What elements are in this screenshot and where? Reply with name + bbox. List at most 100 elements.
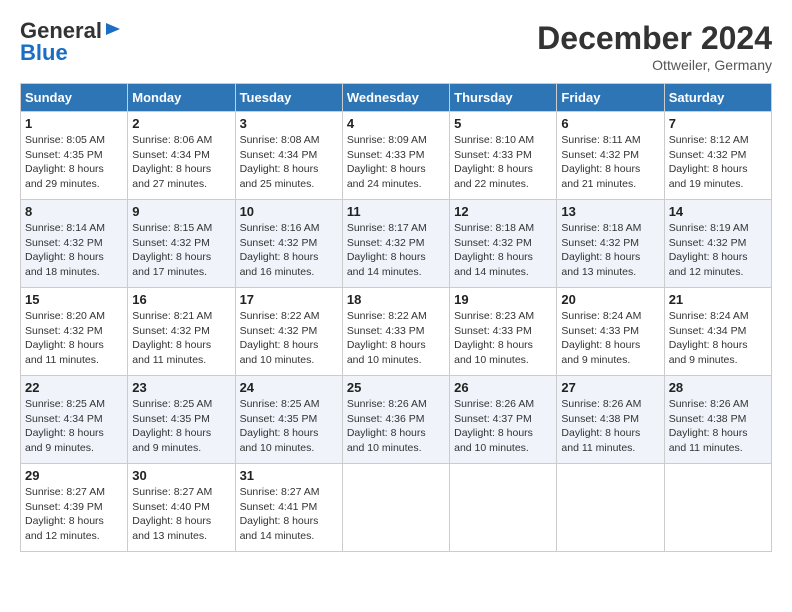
day-number: 3 [240,116,338,131]
calendar-cell: 1 Sunrise: 8:05 AMSunset: 4:35 PMDaylight… [21,112,128,200]
calendar-cell: 20 Sunrise: 8:24 AMSunset: 4:33 PMDayligh… [557,288,664,376]
day-info: Sunrise: 8:27 AMSunset: 4:40 PMDaylight:… [132,485,230,544]
day-number: 27 [561,380,659,395]
weekday-header-sunday: Sunday [21,84,128,112]
calendar-cell: 2Sunrise: 8:06 AMSunset: 4:34 PMDaylight… [128,112,235,200]
day-info: Sunrise: 8:18 AMSunset: 4:32 PMDaylight:… [454,221,552,280]
day-info: Sunrise: 8:26 AMSunset: 4:37 PMDaylight:… [454,397,552,456]
day-number: 21 [669,292,767,307]
calendar-cell [664,464,771,552]
day-info: Sunrise: 8:26 AMSunset: 4:38 PMDaylight:… [669,397,767,456]
calendar-cell: 31 Sunrise: 8:27 AMSunset: 4:41 PMDayligh… [235,464,342,552]
calendar-cell: 13Sunrise: 8:18 AMSunset: 4:32 PMDayligh… [557,200,664,288]
calendar-table: SundayMondayTuesdayWednesdayThursdayFrid… [20,83,772,552]
day-info: Sunrise: 8:05 AMSunset: 4:35 PMDaylight:… [25,133,123,192]
day-info: Sunrise: 8:25 AMSunset: 4:35 PMDaylight:… [240,397,338,456]
weekday-header-tuesday: Tuesday [235,84,342,112]
calendar-cell: 30 Sunrise: 8:27 AMSunset: 4:40 PMDayligh… [128,464,235,552]
calendar-cell: 25 Sunrise: 8:26 AMSunset: 4:36 PMDayligh… [342,376,449,464]
day-info: Sunrise: 8:08 AMSunset: 4:34 PMDaylight:… [240,133,338,192]
day-info: Sunrise: 8:27 AMSunset: 4:39 PMDaylight:… [25,485,123,544]
day-number: 25 [347,380,445,395]
calendar-cell: 16 Sunrise: 8:21 AMSunset: 4:32 PMDayligh… [128,288,235,376]
weekday-header-wednesday: Wednesday [342,84,449,112]
calendar-cell: 9Sunrise: 8:15 AMSunset: 4:32 PMDaylight… [128,200,235,288]
day-number: 1 [25,116,123,131]
weekday-header-thursday: Thursday [450,84,557,112]
calendar-cell: 11 Sunrise: 8:17 AMSunset: 4:32 PMDayligh… [342,200,449,288]
day-info: Sunrise: 8:23 AMSunset: 4:33 PMDaylight:… [454,309,552,368]
week-row-4: 22Sunrise: 8:25 AMSunset: 4:34 PMDayligh… [21,376,772,464]
day-number: 19 [454,292,552,307]
day-number: 4 [347,116,445,131]
weekday-header-friday: Friday [557,84,664,112]
location-text: Ottweiler, Germany [537,57,772,73]
day-info: Sunrise: 8:24 AMSunset: 4:33 PMDaylight:… [561,309,659,368]
day-info: Sunrise: 8:19 AMSunset: 4:32 PMDaylight:… [669,221,767,280]
calendar-cell: 3 Sunrise: 8:08 AMSunset: 4:34 PMDaylight… [235,112,342,200]
day-number: 20 [561,292,659,307]
weekday-header-monday: Monday [128,84,235,112]
calendar-cell: 15Sunrise: 8:20 AMSunset: 4:32 PMDayligh… [21,288,128,376]
day-number: 22 [25,380,123,395]
calendar-cell: 8 Sunrise: 8:14 AMSunset: 4:32 PMDaylight… [21,200,128,288]
week-row-5: 29 Sunrise: 8:27 AMSunset: 4:39 PMDayligh… [21,464,772,552]
day-info: Sunrise: 8:12 AMSunset: 4:32 PMDaylight:… [669,133,767,192]
logo-text: General Blue [20,20,122,64]
logo: General Blue [20,20,122,64]
calendar-cell [450,464,557,552]
day-info: Sunrise: 8:22 AMSunset: 4:33 PMDaylight:… [347,309,445,368]
calendar-cell: 17Sunrise: 8:22 AMSunset: 4:32 PMDayligh… [235,288,342,376]
day-number: 10 [240,204,338,219]
day-info: Sunrise: 8:17 AMSunset: 4:32 PMDaylight:… [347,221,445,280]
calendar-cell: 29 Sunrise: 8:27 AMSunset: 4:39 PMDayligh… [21,464,128,552]
month-title: December 2024 [537,20,772,57]
day-number: 23 [132,380,230,395]
day-info: Sunrise: 8:27 AMSunset: 4:41 PMDaylight:… [240,485,338,544]
day-info: Sunrise: 8:25 AMSunset: 4:35 PMDaylight:… [132,397,230,456]
day-number: 13 [561,204,659,219]
day-info: Sunrise: 8:10 AMSunset: 4:33 PMDaylight:… [454,133,552,192]
calendar-cell: 23 Sunrise: 8:25 AMSunset: 4:35 PMDayligh… [128,376,235,464]
calendar-cell: 27Sunrise: 8:26 AMSunset: 4:38 PMDayligh… [557,376,664,464]
calendar-cell: 6Sunrise: 8:11 AMSunset: 4:32 PMDaylight… [557,112,664,200]
day-number: 18 [347,292,445,307]
calendar-cell [557,464,664,552]
week-row-2: 8 Sunrise: 8:14 AMSunset: 4:32 PMDaylight… [21,200,772,288]
day-info: Sunrise: 8:09 AMSunset: 4:33 PMDaylight:… [347,133,445,192]
day-number: 15 [25,292,123,307]
calendar-cell: 10 Sunrise: 8:16 AMSunset: 4:32 PMDayligh… [235,200,342,288]
day-number: 28 [669,380,767,395]
logo-blue-text: Blue [20,42,122,64]
day-info: Sunrise: 8:21 AMSunset: 4:32 PMDaylight:… [132,309,230,368]
calendar-cell: 7 Sunrise: 8:12 AMSunset: 4:32 PMDaylight… [664,112,771,200]
day-info: Sunrise: 8:26 AMSunset: 4:36 PMDaylight:… [347,397,445,456]
day-number: 9 [132,204,230,219]
day-number: 30 [132,468,230,483]
day-number: 11 [347,204,445,219]
weekday-header-row: SundayMondayTuesdayWednesdayThursdayFrid… [21,84,772,112]
day-number: 5 [454,116,552,131]
day-number: 2 [132,116,230,131]
calendar-cell: 21 Sunrise: 8:24 AMSunset: 4:34 PMDayligh… [664,288,771,376]
day-info: Sunrise: 8:11 AMSunset: 4:32 PMDaylight:… [561,133,659,192]
logo-flag-icon [104,21,122,39]
day-number: 29 [25,468,123,483]
weekday-header-saturday: Saturday [664,84,771,112]
week-row-1: 1 Sunrise: 8:05 AMSunset: 4:35 PMDaylight… [21,112,772,200]
calendar-cell: 18 Sunrise: 8:22 AMSunset: 4:33 PMDayligh… [342,288,449,376]
day-number: 8 [25,204,123,219]
day-number: 26 [454,380,552,395]
day-number: 24 [240,380,338,395]
calendar-cell: 24 Sunrise: 8:25 AMSunset: 4:35 PMDayligh… [235,376,342,464]
day-number: 12 [454,204,552,219]
day-number: 31 [240,468,338,483]
calendar-cell: 26 Sunrise: 8:26 AMSunset: 4:37 PMDayligh… [450,376,557,464]
day-info: Sunrise: 8:24 AMSunset: 4:34 PMDaylight:… [669,309,767,368]
day-info: Sunrise: 8:14 AMSunset: 4:32 PMDaylight:… [25,221,123,280]
calendar-cell: 4 Sunrise: 8:09 AMSunset: 4:33 PMDaylight… [342,112,449,200]
day-number: 16 [132,292,230,307]
calendar-cell: 5 Sunrise: 8:10 AMSunset: 4:33 PMDaylight… [450,112,557,200]
day-number: 7 [669,116,767,131]
day-info: Sunrise: 8:16 AMSunset: 4:32 PMDaylight:… [240,221,338,280]
